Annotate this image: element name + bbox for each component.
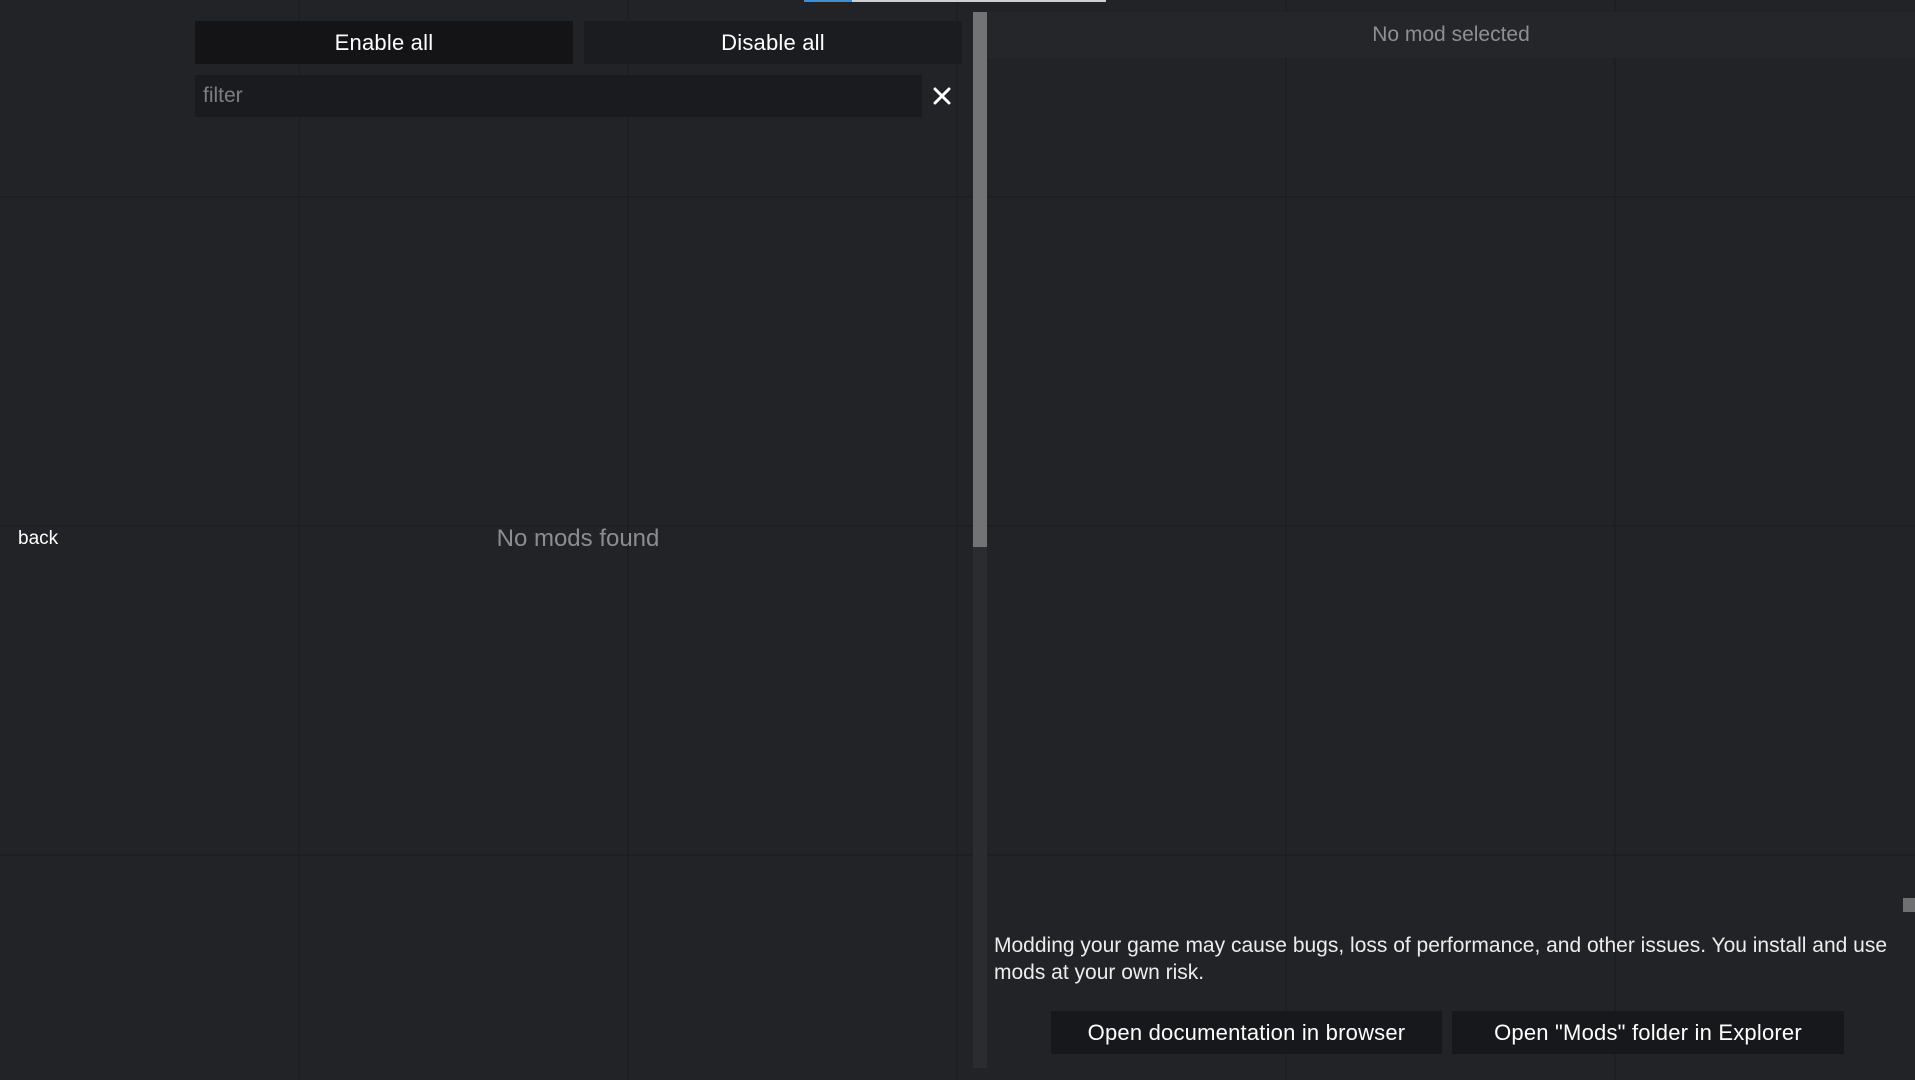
mod-manager-screen: Enable all Disable all back No mods foun… <box>0 0 1915 1080</box>
modding-warning-text: Modding your game may cause bugs, loss o… <box>994 934 1888 984</box>
mod-detail-header: No mod selected <box>987 12 1915 58</box>
open-documentation-button[interactable]: Open documentation in browser <box>1051 1011 1442 1054</box>
enable-all-button[interactable]: Enable all <box>195 21 573 64</box>
mod-list-scrollbar-thumb[interactable] <box>973 12 987 547</box>
top-progress-fill <box>804 0 853 2</box>
top-progress-bar <box>804 0 1106 2</box>
clear-filter-button[interactable] <box>930 80 954 112</box>
close-icon <box>933 87 951 105</box>
empty-mods-message: No mods found <box>496 525 660 552</box>
filter-input[interactable] <box>195 75 922 117</box>
mod-list-scrollbar[interactable] <box>973 12 987 1068</box>
disable-all-button[interactable]: Disable all <box>584 21 962 64</box>
back-button[interactable]: back <box>18 528 58 550</box>
detail-scrollbar-thumb[interactable] <box>1903 898 1915 912</box>
mod-detail-panel: No mod selected <box>987 12 1915 1068</box>
open-mods-folder-button[interactable]: Open "Mods" folder in Explorer <box>1452 1011 1844 1054</box>
